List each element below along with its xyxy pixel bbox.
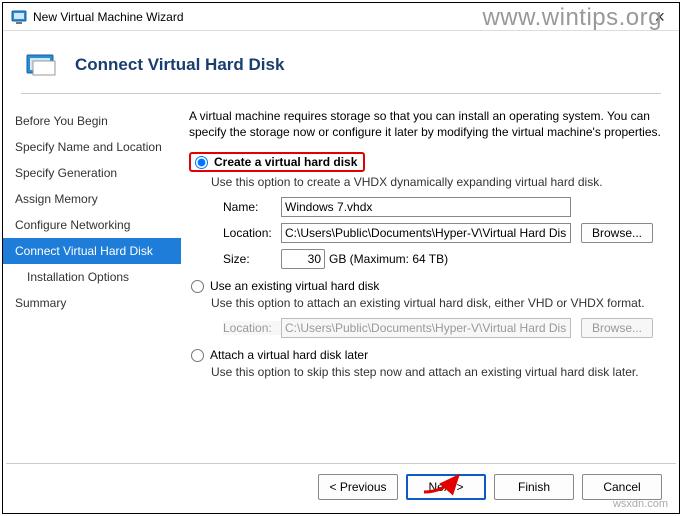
option-later: Attach a virtual hard disk later Use thi… [189, 348, 661, 379]
create-desc: Use this option to create a VHDX dynamic… [211, 175, 661, 189]
browse-button-create[interactable]: Browse... [581, 223, 653, 243]
watermark-top: www.wintips.org [482, 4, 662, 32]
finish-button[interactable]: Finish [494, 474, 574, 500]
existing-location-input [281, 318, 571, 338]
sidebar-item-specify-name[interactable]: Specify Name and Location [3, 134, 181, 160]
size-unit: GB (Maximum: 64 TB) [329, 252, 448, 266]
sidebar-item-before-you-begin[interactable]: Before You Begin [3, 108, 181, 134]
radio-create-label: Create a virtual hard disk [214, 155, 357, 169]
next-button[interactable]: Next > [406, 474, 486, 500]
previous-button[interactable]: < Previous [318, 474, 398, 500]
size-label: Size: [223, 252, 281, 266]
size-input[interactable] [281, 249, 325, 269]
location-label: Location: [223, 226, 281, 240]
app-icon [11, 9, 27, 25]
intro-text: A virtual machine requires storage so th… [189, 108, 661, 140]
wizard-footer: < Previous Next > Finish Cancel [6, 463, 676, 510]
existing-location-label: Location: [223, 321, 281, 335]
sidebar-item-summary[interactable]: Summary [3, 290, 181, 316]
sidebar-item-assign-memory[interactable]: Assign Memory [3, 186, 181, 212]
sidebar-item-installation-options[interactable]: Installation Options [3, 264, 181, 290]
wizard-sidebar: Before You Begin Specify Name and Locati… [3, 102, 181, 389]
name-label: Name: [223, 200, 281, 214]
later-desc: Use this option to skip this step now an… [211, 365, 661, 379]
option-create: Create a virtual hard disk Use this opti… [189, 152, 661, 269]
existing-desc: Use this option to attach an existing vi… [211, 296, 661, 310]
radio-existing[interactable] [191, 280, 204, 293]
radio-later-label: Attach a virtual hard disk later [210, 348, 368, 362]
watermark-bottom: wsxdn.com [613, 498, 668, 510]
header-icon [25, 51, 61, 79]
sidebar-item-specify-generation[interactable]: Specify Generation [3, 160, 181, 186]
radio-later[interactable] [191, 349, 204, 362]
sidebar-item-configure-networking[interactable]: Configure Networking [3, 212, 181, 238]
content-area: A virtual machine requires storage so th… [181, 102, 679, 389]
radio-existing-label: Use an existing virtual hard disk [210, 279, 379, 293]
location-input[interactable] [281, 223, 571, 243]
name-input[interactable] [281, 197, 571, 217]
wizard-header: Connect Virtual Hard Disk [3, 31, 679, 93]
page-title: Connect Virtual Hard Disk [75, 55, 284, 75]
sidebar-item-connect-vhd[interactable]: Connect Virtual Hard Disk [3, 238, 181, 264]
browse-button-existing: Browse... [581, 318, 653, 338]
radio-create[interactable] [195, 156, 208, 169]
option-existing: Use an existing virtual hard disk Use th… [189, 279, 661, 338]
cancel-button[interactable]: Cancel [582, 474, 662, 500]
